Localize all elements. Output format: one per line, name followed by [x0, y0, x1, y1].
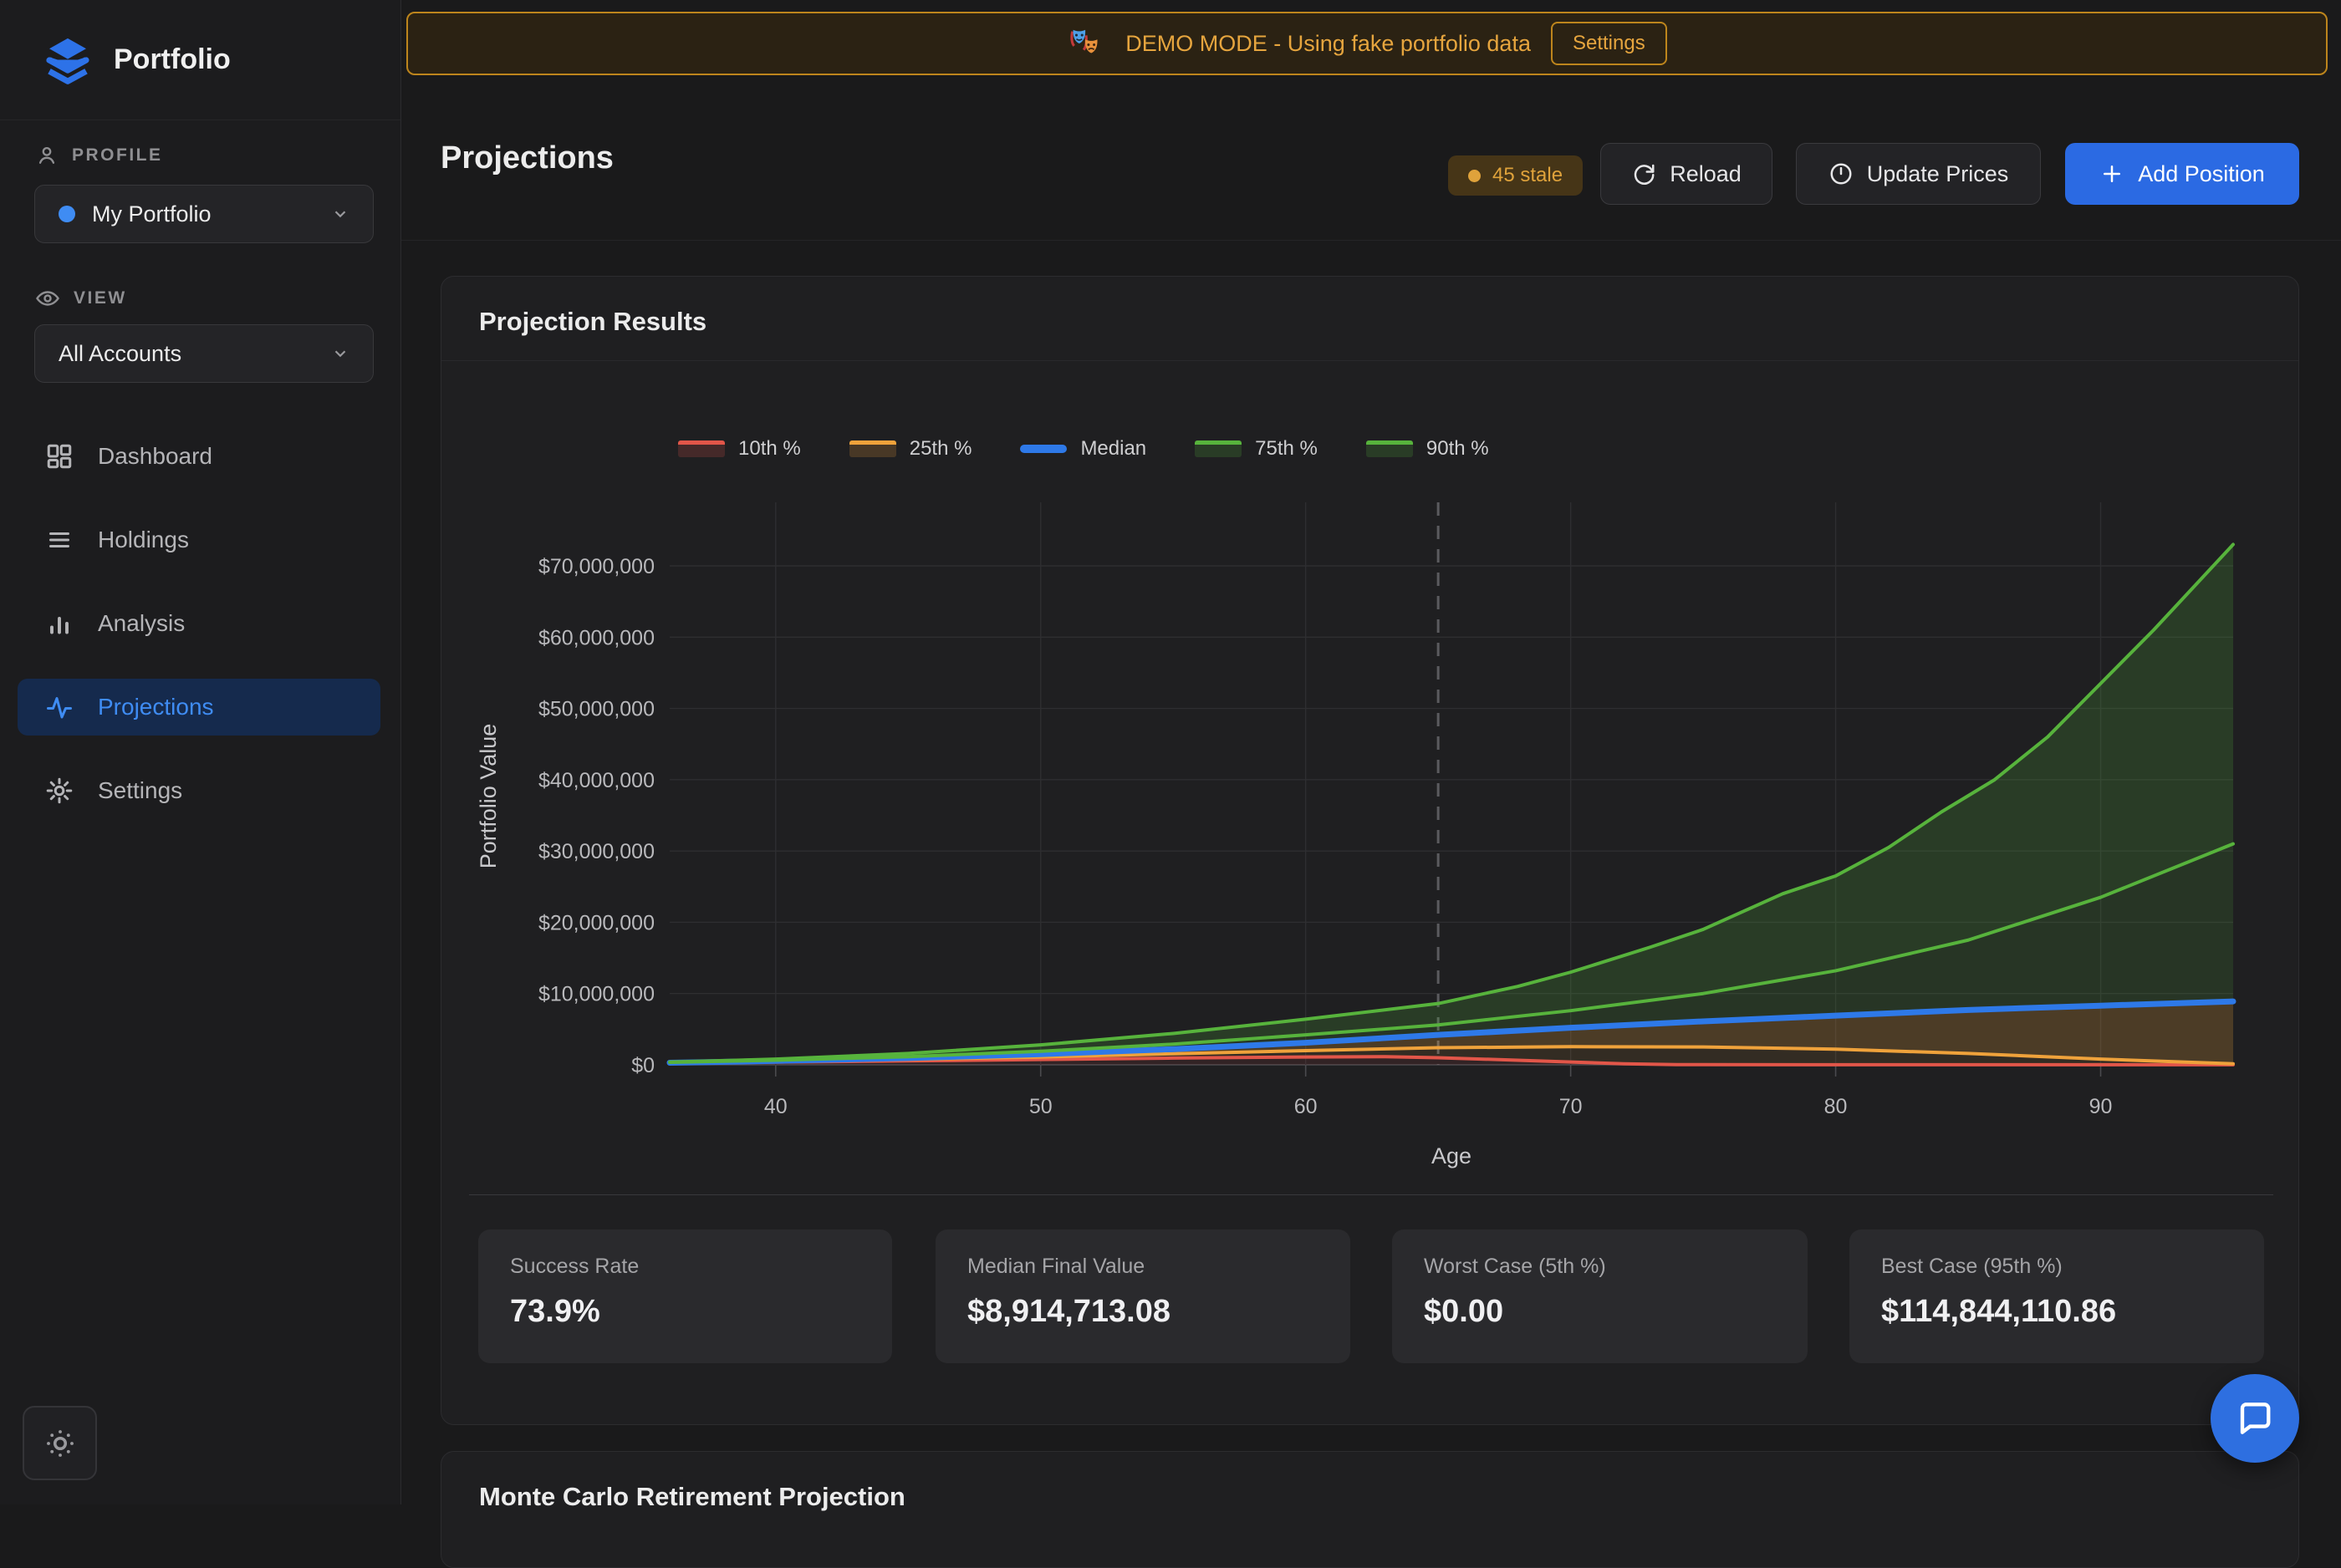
legend-item[interactable]: 90th % — [1366, 437, 1489, 461]
sidebar-item-label: Settings — [98, 777, 182, 804]
legend-swatch-icon — [1366, 440, 1413, 457]
sidebar-item-projections[interactable]: Projections — [18, 679, 380, 736]
sidebar-item-label: Projections — [98, 694, 214, 720]
bar-chart-icon — [44, 608, 74, 639]
legend-item[interactable]: 10th % — [678, 437, 801, 461]
legend-item[interactable]: Median — [1020, 437, 1146, 461]
legend-swatch-icon — [678, 440, 725, 457]
stat-card-best-case: Best Case (95th %) $114,844,110.86 — [1849, 1229, 2264, 1363]
view-selector[interactable]: All Accounts — [34, 324, 374, 383]
stale-dot-icon — [1468, 170, 1481, 182]
app-logo-row: Portfolio — [0, 0, 400, 120]
chat-bubble-icon — [2234, 1397, 2276, 1439]
legend-swatch-icon — [1195, 440, 1242, 457]
projection-results-card: Projection Results 10th % 25th % Median 75t… — [441, 276, 2299, 1425]
eye-icon — [35, 286, 60, 311]
y-tick-label: $40,000,000 — [538, 769, 655, 792]
chat-fab-button[interactable] — [2211, 1374, 2299, 1463]
x-tick-label: 40 — [764, 1095, 788, 1118]
refresh-icon — [1631, 161, 1656, 186]
stats-divider — [469, 1194, 2273, 1195]
banner-settings-button[interactable]: Settings — [1551, 22, 1667, 65]
legend-swatch-icon — [1020, 445, 1067, 453]
list-lines-icon — [44, 525, 74, 555]
stale-prices-badge: 45 stale — [1448, 155, 1583, 196]
legend-swatch-icon — [849, 440, 896, 457]
view-section-label: VIEW — [35, 286, 127, 311]
theme-toggle-button[interactable] — [23, 1406, 97, 1480]
app-title: Portfolio — [114, 43, 231, 76]
legend-item[interactable]: 25th % — [849, 437, 972, 461]
legend-label: 75th % — [1255, 437, 1318, 461]
y-tick-label: $70,000,000 — [538, 555, 655, 578]
y-tick-label: $50,000,000 — [538, 698, 655, 721]
y-tick-label: $30,000,000 — [538, 840, 655, 863]
profile-selector-value: My Portfolio — [92, 201, 314, 227]
stat-card-success-rate: Success Rate 73.9% — [478, 1229, 892, 1363]
header-divider — [401, 240, 2341, 241]
profile-selector[interactable]: My Portfolio — [34, 185, 374, 243]
legend-label: 25th % — [910, 437, 972, 461]
reload-button[interactable]: Reload — [1600, 143, 1772, 205]
x-tick-label: 70 — [1559, 1095, 1583, 1118]
clock-icon — [1828, 161, 1854, 186]
chevron-down-icon — [331, 344, 349, 363]
x-axis-title: Age — [1431, 1143, 1471, 1168]
card-title: Monte Carlo Retirement Projection — [479, 1482, 905, 1512]
person-icon — [35, 144, 59, 167]
x-tick-label: 60 — [1294, 1095, 1318, 1118]
card-title: Projection Results — [479, 307, 706, 337]
legend-label: 90th % — [1426, 437, 1489, 461]
stat-card-median-final: Median Final Value $8,914,713.08 — [936, 1229, 1350, 1363]
monte-carlo-card: Monte Carlo Retirement Projection — [441, 1451, 2299, 1568]
sidebar-item-label: Analysis — [98, 610, 185, 637]
x-tick-label: 50 — [1029, 1095, 1053, 1118]
x-tick-label: 90 — [2089, 1095, 2113, 1118]
view-selector-value: All Accounts — [59, 341, 314, 367]
plus-icon — [2099, 161, 2124, 186]
sidebar-item-dashboard[interactable]: Dashboard — [18, 428, 380, 485]
gear-icon — [44, 776, 74, 806]
chevron-down-icon — [331, 205, 349, 223]
sidebar: Portfolio PROFILE My Portfolio VIEW All … — [0, 0, 401, 1504]
stat-card-worst-case: Worst Case (5th %) $0.00 — [1392, 1229, 1808, 1363]
sidebar-item-label: Dashboard — [98, 443, 212, 470]
y-tick-label: $20,000,000 — [538, 911, 655, 934]
chart-legend: 10th % 25th % Median 75th % 90th % — [678, 437, 1489, 461]
portfolio-dot-icon — [59, 206, 75, 222]
y-axis-title: Portfolio Value — [476, 724, 501, 869]
layers-logo-icon — [40, 33, 95, 88]
demo-mode-banner: DEMO MODE - Using fake portfolio data Se… — [406, 12, 2328, 75]
add-position-button[interactable]: Add Position — [2065, 143, 2299, 205]
card-divider — [441, 360, 2298, 361]
y-tick-label: $60,000,000 — [538, 626, 655, 649]
activity-pulse-icon — [44, 692, 74, 722]
legend-label: 10th % — [738, 437, 801, 461]
demo-mode-text: DEMO MODE - Using fake portfolio data — [1125, 31, 1531, 57]
sidebar-item-analysis[interactable]: Analysis — [18, 595, 380, 652]
y-tick-label: $0 — [631, 1054, 655, 1077]
sidebar-item-settings[interactable]: Settings — [18, 762, 380, 819]
sidebar-item-label: Holdings — [98, 527, 189, 553]
update-prices-button[interactable]: Update Prices — [1796, 143, 2041, 205]
main-content: DEMO MODE - Using fake portfolio data Se… — [401, 0, 2341, 1504]
sun-icon — [43, 1426, 78, 1461]
profile-section-label: PROFILE — [35, 144, 163, 167]
y-tick-label: $10,000,000 — [538, 983, 655, 1006]
theater-masks-icon — [1067, 24, 1105, 63]
sidebar-item-holdings[interactable]: Holdings — [18, 512, 380, 568]
dashboard-grid-icon — [44, 441, 74, 471]
legend-label: Median — [1080, 437, 1146, 461]
x-tick-label: 80 — [1824, 1095, 1848, 1118]
legend-item[interactable]: 75th % — [1195, 437, 1318, 461]
page-title: Projections — [441, 140, 614, 176]
projection-chart[interactable]: $0 $10,000,000 $20,000,000 $30,000,000 $40,0… — [452, 469, 2275, 1188]
